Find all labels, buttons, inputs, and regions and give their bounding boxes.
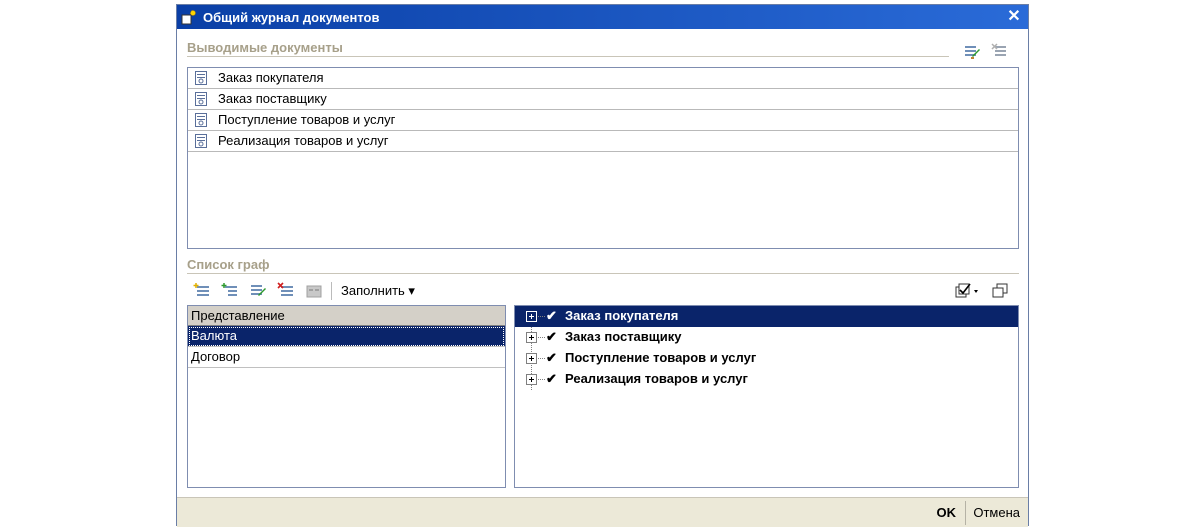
window-title: Общий журнал документов <box>203 10 380 25</box>
tree-item-label: Заказ покупателя <box>565 308 679 323</box>
add-column-icon[interactable] <box>193 282 211 300</box>
delete-column-icon[interactable] <box>277 282 295 300</box>
expand-icon[interactable] <box>526 311 537 322</box>
columns-table[interactable]: Представление Валюта Договор <box>187 305 506 488</box>
tree-item-label: Реализация товаров и услуг <box>565 371 748 386</box>
document-icon <box>195 134 208 148</box>
footer-separator <box>965 501 966 525</box>
dialog-footer: OK Отмена <box>177 497 1028 527</box>
edit-column-icon[interactable] <box>249 282 267 300</box>
add-document-icon[interactable] <box>963 43 981 61</box>
toolbar-separator <box>331 282 332 300</box>
close-button[interactable]: ✕ <box>1004 7 1024 27</box>
title-bar: Общий журнал документов ✕ <box>177 5 1028 29</box>
tree-item-label: Заказ поставщику <box>565 329 682 344</box>
tree-connector <box>538 316 545 317</box>
list-item[interactable]: Заказ поставщику <box>188 89 1018 110</box>
list-item[interactable]: Реализация товаров и услуг <box>188 131 1018 152</box>
app-icon <box>181 9 197 25</box>
tree-connector <box>538 379 545 380</box>
document-label: Реализация товаров и услуг <box>218 133 389 148</box>
expand-icon[interactable] <box>526 374 537 385</box>
section-divider <box>187 56 949 57</box>
fill-dropdown-button[interactable]: Заполнить ▾ <box>337 281 419 301</box>
expand-icon[interactable] <box>526 353 537 364</box>
tree-item[interactable]: ✔ Поступление товаров и услуг <box>515 348 1018 369</box>
remove-document-icon[interactable] <box>991 43 1009 61</box>
column-header-representation[interactable]: Представление <box>188 306 505 326</box>
window-copy-icon[interactable] <box>991 282 1009 300</box>
tree-item[interactable]: ✔ Реализация товаров и услуг <box>515 369 1018 390</box>
list-item[interactable]: Поступление товаров и услуг <box>188 110 1018 131</box>
cancel-button[interactable]: Отмена <box>971 503 1022 523</box>
checkmark-icon[interactable]: ✔ <box>546 327 557 347</box>
tree-item-label: Поступление товаров и услуг <box>565 350 757 365</box>
document-icon <box>195 71 208 85</box>
section-divider <box>187 273 1019 274</box>
tree-item[interactable]: ✔ Заказ покупателя <box>515 306 1018 327</box>
tree-connector <box>538 337 545 338</box>
document-icon <box>195 113 208 127</box>
table-row[interactable]: Валюта <box>188 326 505 347</box>
expand-icon[interactable] <box>526 332 537 343</box>
tree-item[interactable]: ✔ Заказ поставщику <box>515 327 1018 348</box>
documents-list[interactable]: Заказ покупателя Заказ поставщику Поступ… <box>187 67 1019 249</box>
document-icon <box>195 92 208 106</box>
checkmark-icon[interactable]: ✔ <box>546 306 557 326</box>
documents-section-label: Выводимые документы <box>187 40 343 55</box>
add-subcolumn-icon[interactable] <box>221 282 239 300</box>
document-label: Поступление товаров и услуг <box>218 112 396 127</box>
table-row[interactable]: Договор <box>188 347 505 368</box>
dialog-window: Общий журнал документов ✕ Выводимые доку… <box>176 4 1029 527</box>
column-settings-icon[interactable] <box>305 282 323 300</box>
document-label: Заказ покупателя <box>218 70 324 85</box>
list-item[interactable]: Заказ покупателя <box>188 68 1018 89</box>
document-label: Заказ поставщику <box>218 91 327 106</box>
documents-tree[interactable]: ✔ Заказ покупателя ✔ Заказ поставщику ✔ … <box>514 305 1019 488</box>
tree-connector <box>538 358 545 359</box>
ok-button[interactable]: OK <box>931 503 963 523</box>
columns-section-label: Список граф <box>187 257 270 272</box>
check-all-dropdown-icon[interactable] <box>953 282 983 300</box>
checkmark-icon[interactable]: ✔ <box>546 348 557 368</box>
checkmark-icon[interactable]: ✔ <box>546 369 557 389</box>
